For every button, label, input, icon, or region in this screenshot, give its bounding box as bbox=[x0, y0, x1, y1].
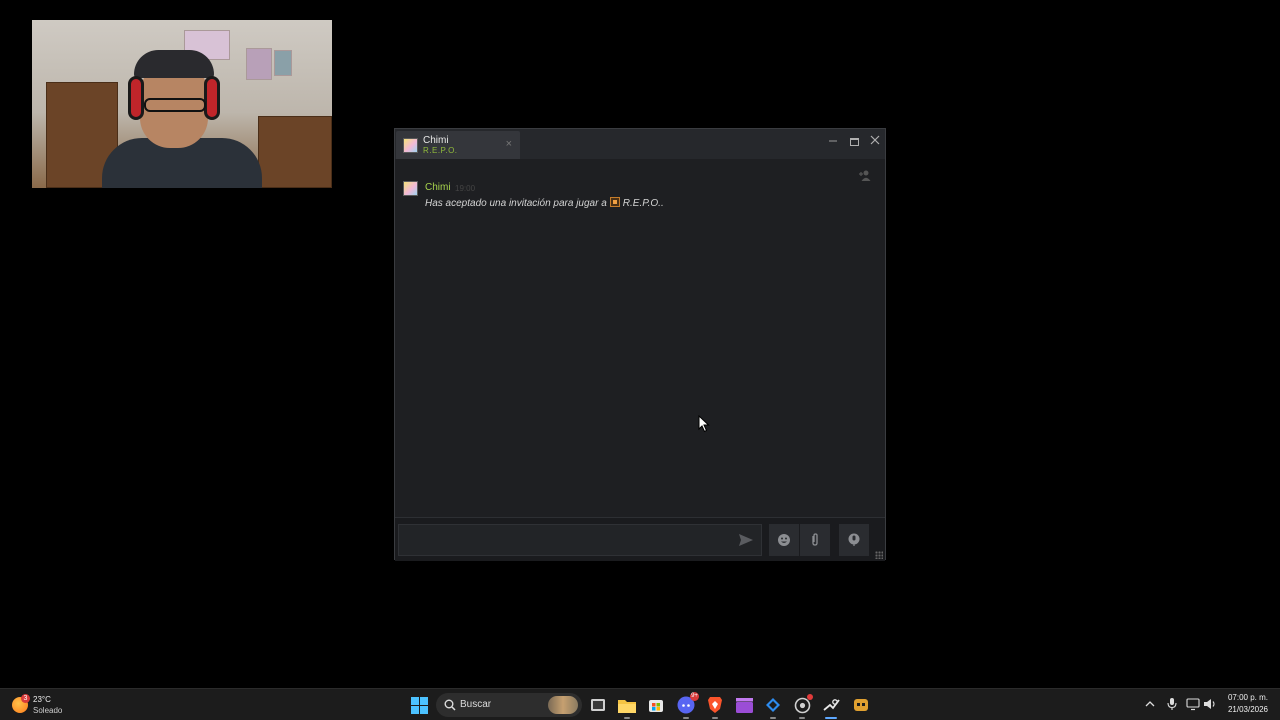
message-sender[interactable]: Chimi bbox=[425, 182, 451, 193]
person-cap bbox=[134, 50, 214, 78]
attach-button[interactable] bbox=[800, 524, 830, 556]
message-game-name[interactable]: R.E.P.O. bbox=[623, 198, 661, 209]
tab-game-name: R.E.P.O. bbox=[423, 146, 458, 155]
search-icon bbox=[444, 699, 456, 711]
network-icon[interactable] bbox=[1186, 697, 1200, 711]
file-explorer-button[interactable] bbox=[616, 694, 638, 719]
chevron-up-icon[interactable] bbox=[1144, 698, 1156, 710]
close-button[interactable] bbox=[867, 133, 883, 149]
store-button[interactable] bbox=[645, 694, 667, 716]
vscode-icon bbox=[766, 698, 780, 712]
clock-time: 07:00 p. m. bbox=[1227, 693, 1269, 702]
emoji-icon bbox=[778, 534, 790, 546]
minimize-button[interactable] bbox=[825, 133, 841, 149]
send-button[interactable] bbox=[731, 524, 761, 556]
weather-widget[interactable]: 3 23°C Soleado bbox=[12, 693, 102, 717]
message-text: Has aceptado una invitación para jugar a… bbox=[425, 197, 664, 209]
game-icon bbox=[609, 197, 620, 207]
store-icon bbox=[649, 700, 663, 712]
game-button[interactable] bbox=[850, 694, 872, 716]
wall-poster bbox=[274, 50, 292, 76]
taskbar: 3 23°C Soleado Buscar 9+ 07:00 p. m. 21/… bbox=[0, 688, 1280, 720]
chat-message-input[interactable] bbox=[398, 524, 762, 556]
search-placeholder: Buscar bbox=[460, 699, 492, 710]
clapper-icon bbox=[735, 697, 753, 713]
weather-description: Soleado bbox=[33, 706, 63, 715]
message-timestamp: 19:00 bbox=[455, 184, 476, 193]
person-glasses bbox=[144, 98, 206, 112]
notification-dot bbox=[807, 694, 813, 700]
taskbar-search[interactable]: Buscar bbox=[436, 693, 582, 717]
search-highlight-image bbox=[548, 696, 578, 714]
mouse-cursor-icon bbox=[698, 415, 710, 433]
video-editor-button[interactable] bbox=[733, 694, 755, 716]
game-icon bbox=[854, 699, 868, 711]
code-editor-button[interactable] bbox=[762, 694, 784, 719]
attach-icon bbox=[812, 533, 818, 546]
avatar[interactable] bbox=[403, 181, 418, 196]
mic-icon[interactable] bbox=[1166, 697, 1178, 711]
steam-icon bbox=[822, 698, 840, 711]
file-explorer-icon bbox=[618, 699, 636, 713]
headphone-left bbox=[128, 76, 144, 120]
start-button[interactable] bbox=[408, 694, 430, 716]
browser-button[interactable] bbox=[791, 694, 813, 719]
running-indicator bbox=[624, 717, 630, 719]
volume-icon[interactable] bbox=[1203, 697, 1217, 711]
chat-input-bar bbox=[395, 517, 885, 561]
discord-notification-badge: 9+ bbox=[690, 692, 699, 701]
running-indicator bbox=[683, 717, 689, 719]
chat-message: Chimi 19:00 Has aceptado una invitación … bbox=[403, 181, 843, 215]
running-indicator bbox=[770, 717, 776, 719]
taskbar-clock[interactable]: 07:00 p. m. 21/03/2026 bbox=[1224, 693, 1272, 714]
running-indicator bbox=[799, 717, 805, 719]
add-friend-icon[interactable] bbox=[858, 169, 872, 183]
tab-friend-name: Chimi bbox=[423, 135, 449, 146]
maximize-button[interactable] bbox=[846, 133, 862, 149]
steam-button[interactable] bbox=[820, 694, 842, 719]
discord-button[interactable]: 9+ bbox=[675, 692, 699, 719]
task-view-button[interactable] bbox=[587, 694, 609, 716]
dresser bbox=[258, 116, 332, 188]
voice-chat-button[interactable] bbox=[839, 524, 869, 556]
chat-titlebar[interactable]: Chimi R.E.P.O. × bbox=[395, 129, 885, 159]
chat-tab-chimi[interactable]: Chimi R.E.P.O. × bbox=[396, 131, 520, 159]
tab-close-button[interactable]: × bbox=[506, 138, 512, 150]
voice-icon bbox=[848, 533, 860, 546]
headphone-right bbox=[204, 76, 220, 120]
weather-temperature: 23°C bbox=[33, 695, 51, 704]
task-view-icon bbox=[591, 699, 605, 711]
maximize-icon bbox=[849, 137, 859, 146]
send-icon bbox=[739, 534, 753, 546]
avatar bbox=[403, 138, 418, 153]
weather-badge: 3 bbox=[21, 694, 30, 703]
brave-browser-button[interactable] bbox=[704, 694, 726, 719]
brave-icon bbox=[708, 697, 722, 713]
steam-chat-window: Chimi R.E.P.O. × Chimi 19:00 Has aceptad… bbox=[394, 128, 886, 561]
webcam-overlay bbox=[32, 20, 332, 188]
desktop: Chimi R.E.P.O. × Chimi 19:00 Has aceptad… bbox=[0, 0, 1280, 688]
message-text-prefix: Has aceptado una invitación para jugar a bbox=[425, 198, 607, 209]
active-indicator bbox=[825, 717, 837, 719]
wall-poster bbox=[246, 48, 272, 80]
clock-date: 21/03/2026 bbox=[1227, 705, 1269, 714]
emoji-button[interactable] bbox=[769, 524, 799, 556]
windows-start-icon bbox=[410, 696, 428, 714]
close-icon bbox=[870, 135, 880, 145]
resize-grip[interactable] bbox=[875, 551, 883, 559]
minimize-icon bbox=[829, 140, 837, 142]
running-indicator bbox=[712, 717, 718, 719]
